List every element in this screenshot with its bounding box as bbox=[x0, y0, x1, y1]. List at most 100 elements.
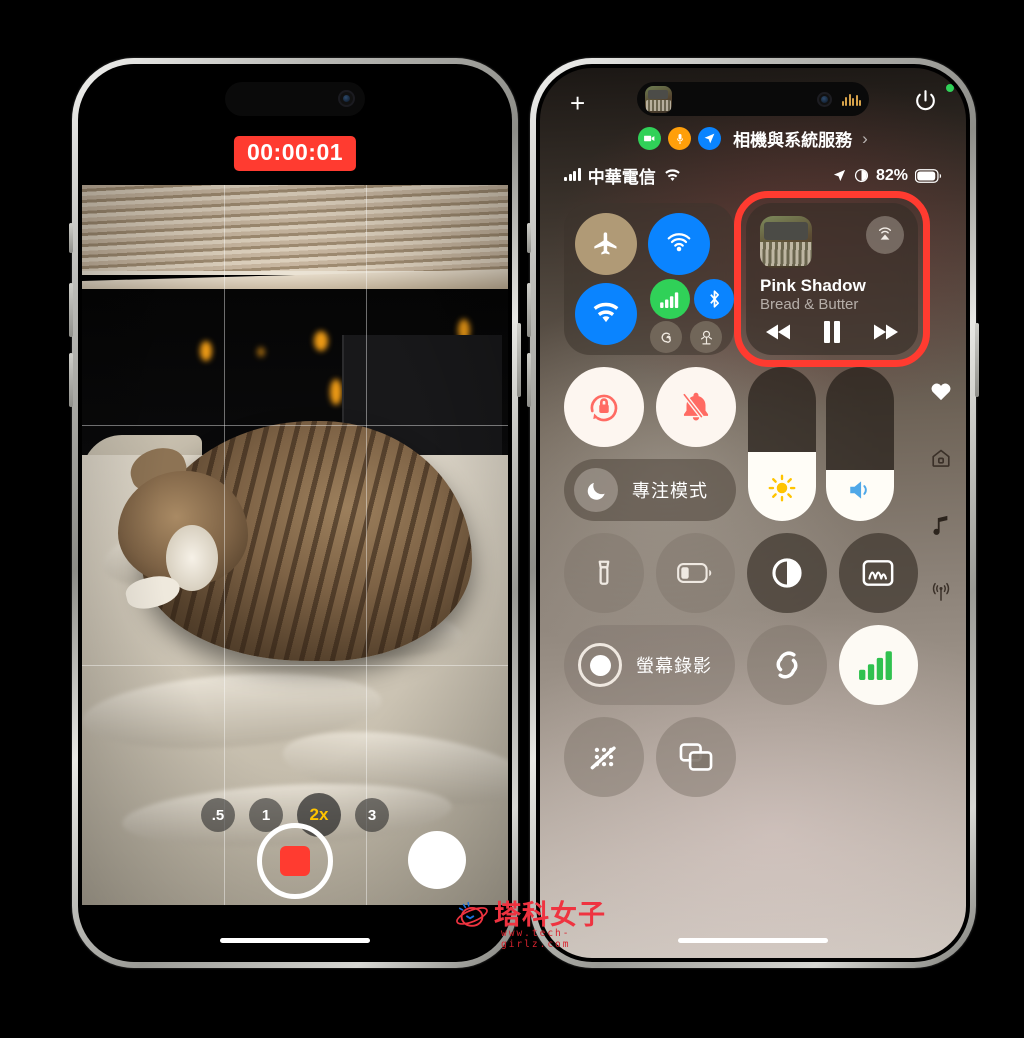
power-icon-button[interactable] bbox=[913, 88, 938, 118]
privacy-indicator-banner[interactable]: 相機與系統服務 › bbox=[540, 126, 966, 151]
screen-recording-button[interactable]: 螢幕錄影 bbox=[564, 625, 735, 705]
island-right-group bbox=[816, 91, 861, 107]
bluetooth-toggle[interactable] bbox=[694, 279, 734, 319]
battery-percentage: 82% bbox=[875, 166, 908, 184]
cc-row-tiles bbox=[564, 533, 918, 613]
dynamic-island-now-playing[interactable] bbox=[637, 82, 869, 116]
screen-recording-label: 螢幕錄影 bbox=[636, 656, 712, 676]
status-bar-right: 82% bbox=[832, 167, 942, 185]
personal-hotspot-toggle[interactable] bbox=[650, 321, 682, 353]
watermark: 塔科女子 www.tech-girlz.com bbox=[455, 898, 606, 950]
focus-mode-label: 專注模式 bbox=[632, 481, 708, 501]
location-arrow-icon bbox=[833, 169, 846, 182]
volume-slider[interactable] bbox=[826, 367, 894, 521]
volume-icon bbox=[826, 477, 894, 503]
stop-recording-button[interactable] bbox=[257, 823, 333, 899]
right-phone-bezel: + 相機與系統服務 › 中華電信 82% Pink Shadow Bread &… bbox=[536, 64, 970, 962]
next-track-button[interactable] bbox=[872, 323, 898, 346]
locks-and-focus-column: 專注模式 bbox=[564, 367, 736, 521]
screenshot-stage: 00:00:01 .5 1 2x 3 + 相機與系統服務 › 中華電信 82% … bbox=[0, 0, 1024, 1038]
cc-row-middle: 專注模式 bbox=[564, 367, 951, 601]
chevron-right-icon: › bbox=[862, 128, 868, 148]
lock-buttons-row bbox=[564, 367, 736, 447]
pause-button[interactable] bbox=[822, 320, 842, 348]
control-center-grid: Pink Shadow Bread & Butter 專注模式 螢幕錄影 bbox=[564, 191, 951, 928]
cc-row-recording: 螢幕錄影 bbox=[564, 625, 918, 705]
now-playing-module[interactable]: Pink Shadow Bread & Butter bbox=[746, 203, 918, 355]
power-button[interactable] bbox=[517, 323, 521, 397]
stop-square-icon bbox=[280, 846, 310, 876]
cellular-signal-toggle[interactable] bbox=[838, 625, 918, 705]
stage-manager-toggle[interactable] bbox=[656, 717, 736, 797]
track-title: Pink Shadow bbox=[760, 276, 866, 295]
watermark-name: 塔科女子 bbox=[494, 899, 606, 931]
cc-row-bottom bbox=[564, 717, 918, 797]
playback-controls bbox=[760, 320, 904, 348]
music-note-icon[interactable] bbox=[931, 514, 951, 541]
add-control-button[interactable]: + bbox=[570, 90, 585, 116]
moon-icon bbox=[574, 468, 618, 512]
previous-track-button[interactable] bbox=[766, 323, 792, 346]
media-module-wrapper: Pink Shadow Bread & Butter bbox=[734, 191, 930, 367]
volume-up-button[interactable] bbox=[69, 283, 73, 337]
airplay-button[interactable] bbox=[866, 216, 904, 254]
low-power-mode-toggle[interactable] bbox=[655, 533, 735, 613]
watermark-planet-icon bbox=[455, 898, 489, 932]
silent-switch-right[interactable] bbox=[527, 223, 531, 253]
take-photo-button[interactable] bbox=[408, 831, 466, 889]
dark-mode-toggle[interactable] bbox=[747, 533, 827, 613]
power-button-right[interactable] bbox=[975, 323, 979, 397]
side-rail-icons bbox=[924, 369, 958, 619]
home-icon[interactable] bbox=[930, 447, 952, 474]
focus-mode-button[interactable]: 專注模式 bbox=[564, 459, 736, 521]
record-ring-icon bbox=[578, 643, 622, 687]
front-camera-icon-right bbox=[816, 91, 832, 107]
silent-mode-toggle[interactable] bbox=[656, 367, 736, 447]
cellular-data-toggle[interactable] bbox=[650, 279, 690, 319]
low-data-mode-toggle[interactable] bbox=[564, 717, 644, 797]
front-camera-icon bbox=[337, 90, 355, 107]
rotation-lock-toggle[interactable] bbox=[564, 367, 644, 447]
left-phone-device: 00:00:01 .5 1 2x 3 bbox=[69, 58, 521, 968]
battery-icon bbox=[915, 168, 942, 183]
brightness-slider[interactable] bbox=[748, 367, 816, 521]
home-indicator-right[interactable] bbox=[678, 938, 828, 943]
status-bar: 中華電信 82% bbox=[564, 163, 942, 188]
album-artwork bbox=[760, 216, 812, 268]
wifi-toggle[interactable] bbox=[575, 283, 637, 345]
sliders-group bbox=[748, 367, 894, 521]
connectivity-module[interactable] bbox=[564, 203, 734, 355]
camera-in-use-indicator bbox=[946, 84, 954, 92]
location-icon bbox=[698, 127, 722, 150]
home-indicator[interactable] bbox=[220, 938, 370, 943]
cc-row-top: Pink Shadow Bread & Butter bbox=[564, 191, 930, 367]
camera-viewfinder[interactable]: .5 1 2x 3 bbox=[82, 185, 508, 905]
carrier-name: 中華電信 bbox=[587, 168, 656, 187]
volume-down-button[interactable] bbox=[69, 353, 73, 407]
left-phone-bezel: 00:00:01 .5 1 2x 3 bbox=[78, 64, 512, 962]
airplane-mode-toggle[interactable] bbox=[575, 213, 637, 275]
privacy-banner-label: 相機與系統服務 bbox=[733, 131, 853, 150]
grid-line-h1 bbox=[82, 424, 508, 426]
grid-line-h2 bbox=[82, 664, 508, 666]
camera-controls bbox=[82, 823, 508, 905]
camera-icon bbox=[638, 127, 662, 150]
track-artist: Bread & Butter bbox=[760, 295, 859, 313]
connectivity-rail-icon[interactable] bbox=[930, 582, 952, 607]
camera-screen: 00:00:01 .5 1 2x 3 bbox=[82, 68, 508, 958]
silent-switch[interactable] bbox=[69, 223, 73, 253]
audio-waveform-icon bbox=[841, 93, 861, 106]
flashlight-toggle[interactable] bbox=[564, 533, 644, 613]
airdrop-toggle[interactable] bbox=[648, 213, 710, 275]
watermark-url: www.tech-girlz.com bbox=[501, 928, 571, 950]
notes-toggle[interactable] bbox=[838, 533, 918, 613]
volume-down-button-right[interactable] bbox=[527, 353, 531, 407]
recording-timer: 00:00:01 bbox=[233, 136, 357, 171]
heart-icon[interactable] bbox=[930, 381, 952, 406]
brightness-icon bbox=[748, 473, 816, 503]
wifi-icon bbox=[665, 168, 680, 181]
satellite-toggle[interactable] bbox=[690, 321, 722, 353]
volume-up-button-right[interactable] bbox=[527, 283, 531, 337]
shazam-toggle[interactable] bbox=[747, 625, 827, 705]
status-bar-left: 中華電信 bbox=[564, 163, 682, 188]
